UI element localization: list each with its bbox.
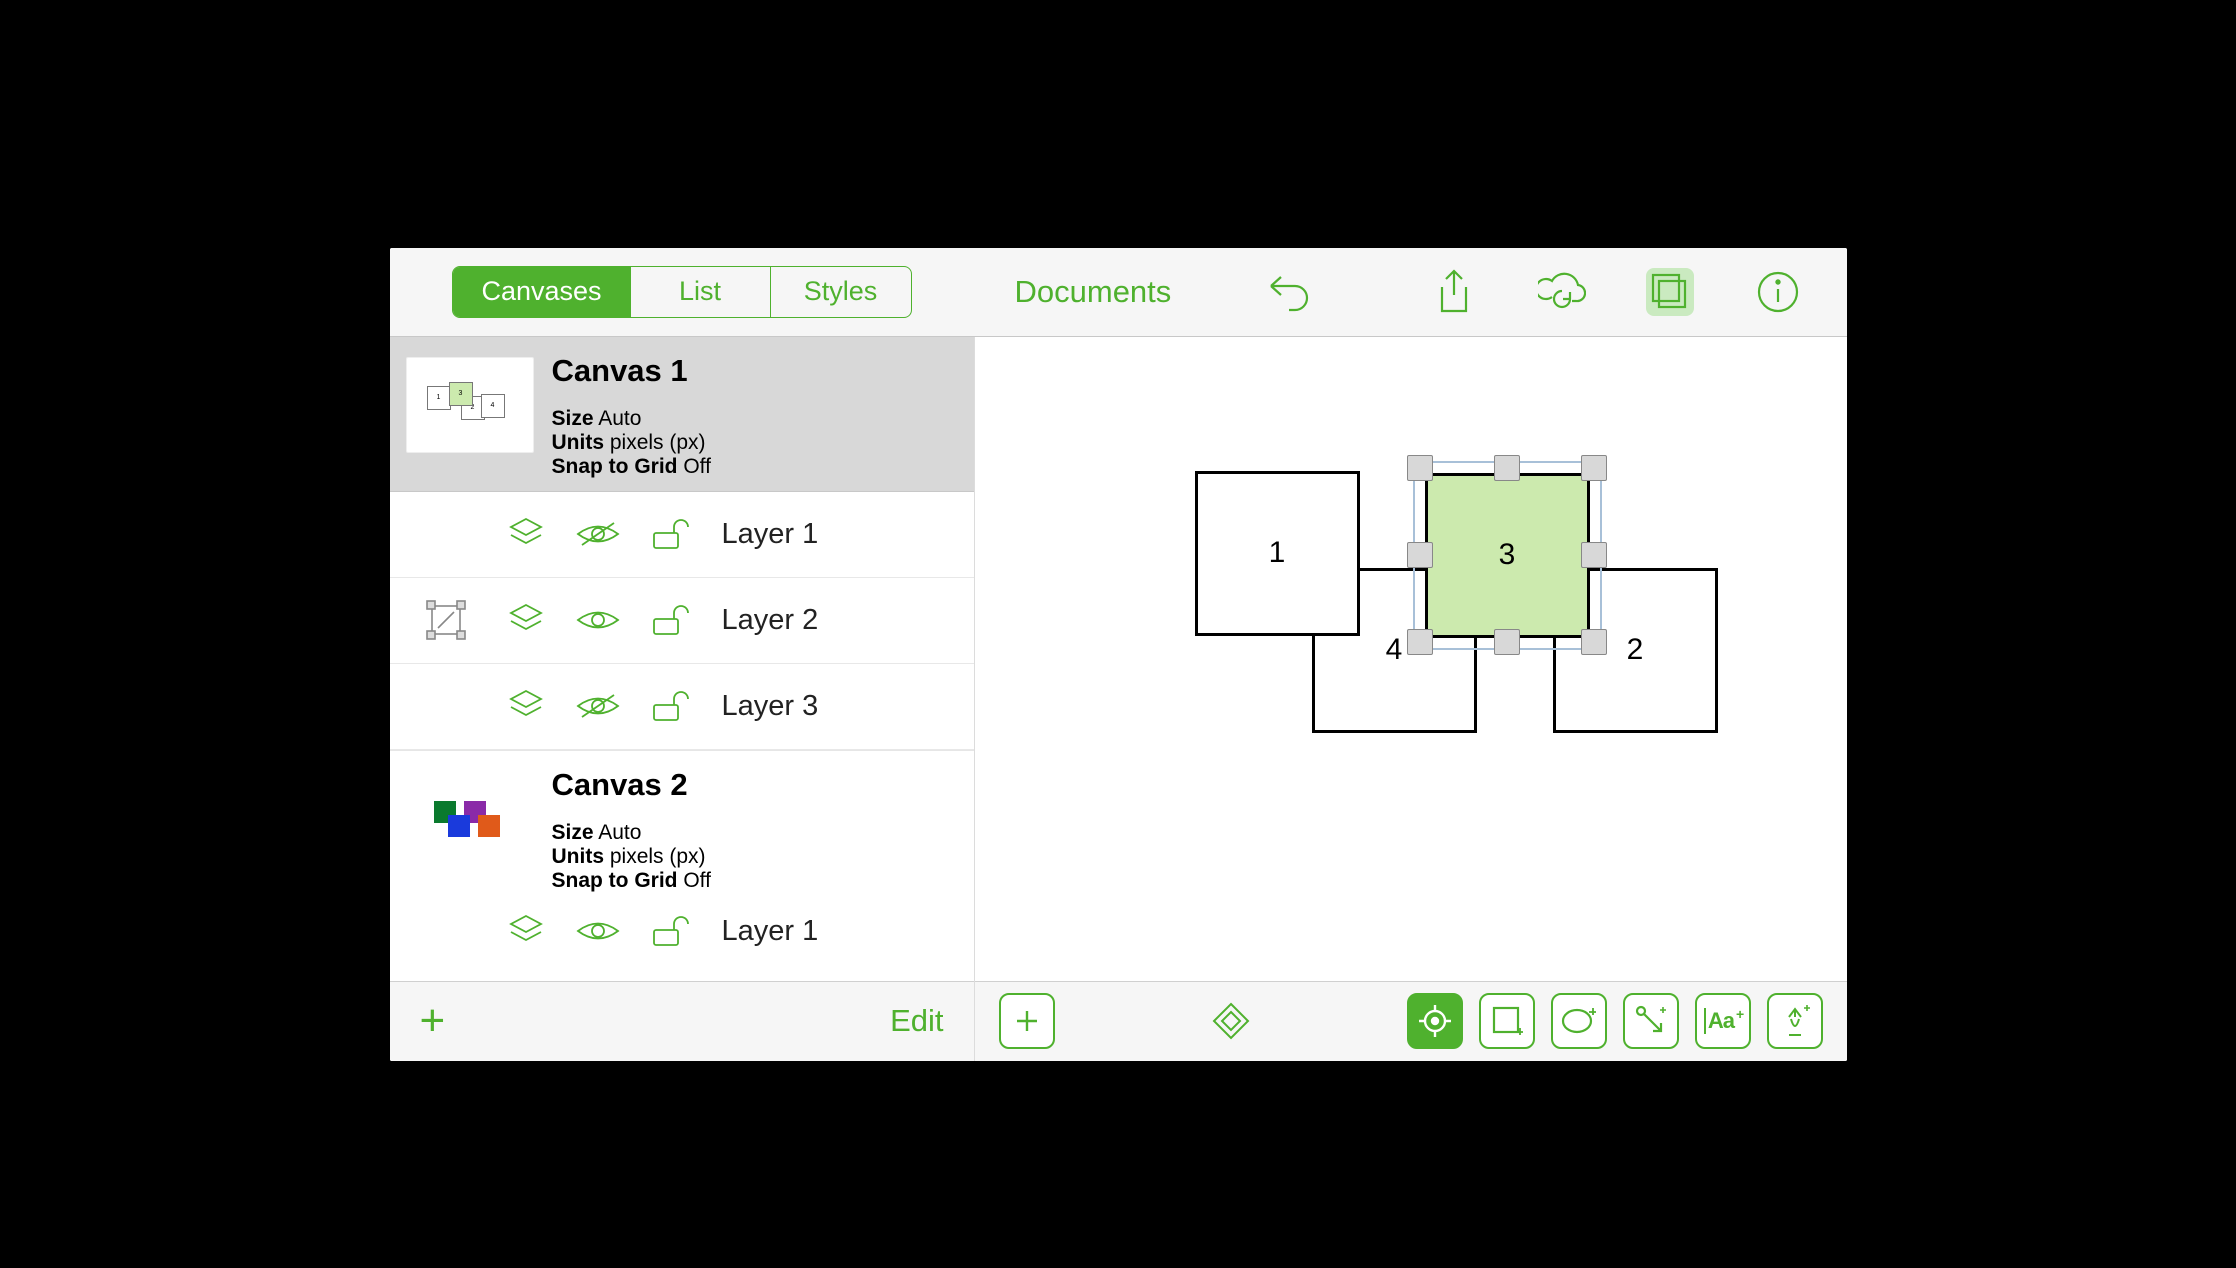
- canvas-size-meta: Size Auto: [552, 821, 711, 845]
- main-toolbar: Documents: [975, 248, 1847, 336]
- selection-handle-nw[interactable]: [1407, 455, 1433, 481]
- canvas-title: Canvas 1: [552, 353, 711, 389]
- selection-handle-s[interactable]: [1494, 629, 1520, 655]
- editing-indicator-icon: [406, 592, 486, 648]
- canvas-size-meta: Size Auto: [552, 407, 711, 431]
- canvas-item-1[interactable]: 1 2 3 4 Canvas 1 Size Auto Units pixels …: [390, 337, 974, 492]
- selection-handle-e[interactable]: [1581, 542, 1607, 568]
- canvases-panel-icon[interactable]: [1646, 268, 1694, 316]
- tab-canvases[interactable]: Canvases: [453, 267, 630, 317]
- visibility-hidden-icon[interactable]: [572, 519, 624, 549]
- app-window: Canvases List Styles Documents: [386, 244, 1851, 1065]
- ellipse-tool-button[interactable]: [1551, 993, 1607, 1049]
- edit-button[interactable]: Edit: [890, 1003, 943, 1039]
- layer-name: Layer 1: [722, 915, 819, 948]
- selection-handle-w[interactable]: [1407, 542, 1433, 568]
- canvas-toolbar: Aa+: [975, 981, 1847, 1061]
- lock-open-icon[interactable]: [644, 689, 696, 723]
- canvas-thumbnail: 1 2 3 4: [406, 357, 534, 453]
- freehand-tool-button[interactable]: [1767, 993, 1823, 1049]
- canvas-units-meta: Units pixels (px): [552, 845, 711, 869]
- selection-handle-se[interactable]: [1581, 629, 1607, 655]
- text-tool-label: Aa+: [1704, 1008, 1741, 1034]
- layer-name: Layer 1: [722, 518, 819, 551]
- tab-list[interactable]: List: [631, 267, 771, 317]
- sidebar-tabs-container: Canvases List Styles: [390, 248, 975, 336]
- canvas-item-2[interactable]: Canvas 2 Size Auto Units pixels (px) Sna…: [390, 750, 974, 905]
- layer-row[interactable]: Layer 2: [390, 578, 974, 664]
- add-shape-button[interactable]: [999, 993, 1055, 1049]
- drawing-tools-group: Aa+: [1407, 993, 1823, 1049]
- diamond-tool-icon[interactable]: [1203, 993, 1259, 1049]
- layer-row[interactable]: Layer 1: [390, 905, 974, 957]
- lock-open-icon[interactable]: [644, 914, 696, 948]
- main-body: 1 2 3 4 Canvas 1 Size Auto Units pixels …: [390, 337, 1847, 1061]
- undo-icon[interactable]: [1264, 268, 1312, 316]
- visibility-visible-icon[interactable]: [572, 605, 624, 635]
- layers-stack-icon[interactable]: [500, 517, 552, 551]
- canvas-units-meta: Units pixels (px): [552, 431, 711, 455]
- selection-tool-button[interactable]: [1407, 993, 1463, 1049]
- rectangle-tool-button[interactable]: [1479, 993, 1535, 1049]
- layer-row[interactable]: Layer 3: [390, 664, 974, 750]
- canvas-snap-meta: Snap to Grid Off: [552, 869, 711, 893]
- layers-stack-icon[interactable]: [500, 914, 552, 948]
- segmented-control: Canvases List Styles: [452, 266, 911, 318]
- selection-handle-sw[interactable]: [1407, 629, 1433, 655]
- add-canvas-button[interactable]: +: [420, 999, 446, 1043]
- text-tool-button[interactable]: Aa+: [1695, 993, 1751, 1049]
- selection-handle-n[interactable]: [1494, 455, 1520, 481]
- lock-open-icon[interactable]: [644, 603, 696, 637]
- canvas-info: Canvas 1 Size Auto Units pixels (px) Sna…: [552, 353, 711, 479]
- canvas-thumbnail: [406, 771, 534, 867]
- sidebar-scroll[interactable]: 1 2 3 4 Canvas 1 Size Auto Units pixels …: [390, 337, 974, 981]
- layer-name: Layer 2: [722, 604, 819, 637]
- canvases-sidebar: 1 2 3 4 Canvas 1 Size Auto Units pixels …: [390, 337, 975, 1061]
- lock-open-icon[interactable]: [644, 517, 696, 551]
- canvas-info: Canvas 2 Size Auto Units pixels (px) Sna…: [552, 767, 711, 893]
- canvas-area: 4 2 1 3: [975, 337, 1847, 1061]
- canvas-title: Canvas 2: [552, 767, 711, 803]
- canvas-viewport[interactable]: 4 2 1 3: [975, 337, 1847, 981]
- canvas-snap-meta: Snap to Grid Off: [552, 455, 711, 479]
- documents-button[interactable]: Documents: [1015, 274, 1172, 310]
- shape-1[interactable]: 1: [1195, 471, 1360, 636]
- info-icon[interactable]: [1754, 268, 1802, 316]
- visibility-visible-icon[interactable]: [572, 916, 624, 946]
- layers-stack-icon[interactable]: [500, 689, 552, 723]
- layer-row[interactable]: Layer 1: [390, 492, 974, 578]
- layer-name: Layer 3: [722, 690, 819, 723]
- selection-handle-ne[interactable]: [1581, 455, 1607, 481]
- top-bar: Canvases List Styles Documents: [390, 248, 1847, 337]
- line-tool-button[interactable]: [1623, 993, 1679, 1049]
- tab-styles[interactable]: Styles: [771, 267, 911, 317]
- sync-icon[interactable]: [1538, 268, 1586, 316]
- sidebar-footer: + Edit: [390, 981, 974, 1061]
- share-icon[interactable]: [1430, 268, 1478, 316]
- shape-3[interactable]: 3: [1425, 473, 1590, 638]
- layers-stack-icon[interactable]: [500, 603, 552, 637]
- visibility-hidden-icon[interactable]: [572, 691, 624, 721]
